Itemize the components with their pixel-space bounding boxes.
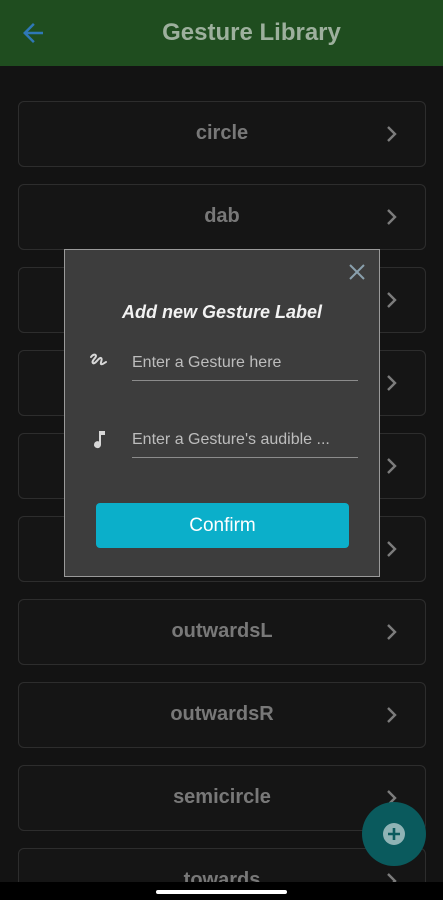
add-gesture-fab[interactable]	[362, 802, 426, 866]
app-bar: Gesture Library	[0, 0, 443, 66]
page-title: Gesture Library	[162, 19, 341, 46]
confirm-button[interactable]: Confirm	[96, 503, 349, 548]
add-gesture-dialog: Add new Gesture Label Confirm	[64, 249, 380, 577]
home-indicator[interactable]	[156, 890, 287, 894]
close-icon[interactable]	[347, 262, 367, 282]
gesture-field[interactable]	[132, 345, 358, 381]
gesture-icon	[90, 353, 107, 366]
music-note-icon	[94, 431, 105, 449]
system-nav-bar	[0, 882, 443, 900]
gesture-input[interactable]	[132, 345, 358, 380]
dialog-title: Add new Gesture Label	[121, 302, 323, 322]
audible-input[interactable]	[132, 422, 358, 457]
add-circle-icon	[383, 823, 405, 845]
audible-field[interactable]	[132, 422, 358, 458]
gesture-library-screen: Gesture Library circle dab outwardsL out…	[0, 0, 443, 900]
